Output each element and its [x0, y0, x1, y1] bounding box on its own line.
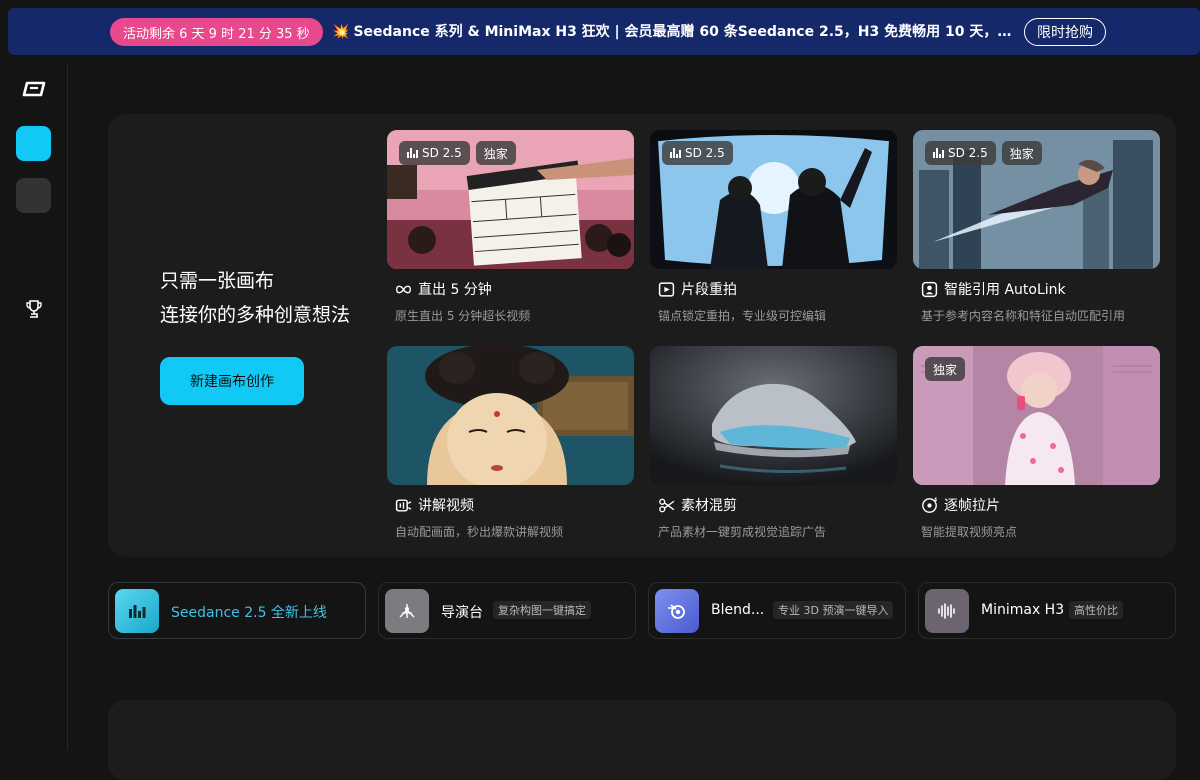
card-thumbnail[interactable] — [387, 346, 634, 485]
tang-portrait-thumbnail-image — [387, 346, 634, 485]
card-tags: 独家 — [925, 357, 966, 381]
autolink-icon — [921, 281, 938, 297]
card-desc: 智能提取视频亮点 — [921, 525, 1018, 539]
exclusive-tag: 独家 — [475, 141, 516, 165]
bars-icon — [407, 148, 418, 158]
hero-panel: 只需一张画布 连接你的多种创意想法 新建画布创作 SD 2.5 独家 直出 5 … — [108, 114, 1176, 557]
card-title: 智能引用 AutoLink — [913, 279, 1160, 299]
hero-title-line-2: 连接你的多种创意想法 — [160, 304, 351, 326]
feature-card-narration[interactable]: 讲解视频 自动配画面，秒出爆款讲解视频 — [387, 346, 634, 540]
explosion-emoji-icon: 💥 — [332, 24, 350, 40]
sidebar-item-active[interactable] — [16, 126, 51, 161]
seedance-bars-icon — [115, 589, 159, 633]
feature-name: Minimax H3 — [981, 602, 1065, 618]
promo-text[interactable]: 💥 Seedance 系列 & MiniMax H3 狂欢 | 会员最高赠 60 … — [332, 21, 1022, 41]
feature-name: 导演台 — [441, 605, 483, 621]
feature-card-clip-reshoot[interactable]: SD 2.5 片段重拍 锚点锁定重拍，专业级可控编辑 — [650, 130, 897, 324]
director-stand-icon — [385, 589, 429, 633]
feature-badge: 高性价比 — [1069, 601, 1123, 619]
card-desc: 自动配画面，秒出爆款讲解视频 — [395, 525, 564, 539]
new-canvas-button[interactable]: 新建画布创作 — [160, 357, 304, 405]
bottom-panel — [108, 700, 1176, 780]
feature-badge: 专业 3D 预演一键导入 — [773, 601, 894, 619]
card-title-text: 逐帧拉片 — [944, 498, 1000, 514]
card-title: 逐帧拉片 — [913, 495, 1160, 515]
card-thumbnail[interactable]: SD 2.5 — [650, 130, 897, 269]
infinity-icon — [396, 285, 411, 293]
feature-card-autolink[interactable]: SD 2.5 独家 智能引用 AutoLink 基于参考内容名称和特征自动匹配引… — [913, 130, 1160, 324]
limited-offer-button[interactable]: 限时抢购 — [1024, 18, 1106, 46]
tag-label: SD 2.5 — [422, 146, 462, 160]
trophy-icon[interactable] — [24, 299, 44, 319]
sidebar-item-secondary[interactable] — [16, 178, 51, 213]
exclusive-tag: 独家 — [1001, 141, 1042, 165]
sneaker-thumbnail-image — [650, 346, 897, 485]
sidebar — [0, 63, 68, 750]
blender-icon — [655, 589, 699, 633]
play-frame-icon — [658, 281, 675, 297]
countdown-badge: 活动剩余 6 天 9 时 21 分 35 秒 — [110, 18, 323, 46]
feature-blender[interactable]: Blend... 专业 3D 预演一键导入 — [648, 582, 906, 639]
app-logo-icon[interactable] — [22, 81, 46, 97]
card-title: 直出 5 分钟 — [387, 279, 634, 299]
promo-banner[interactable]: 活动剩余 6 天 9 时 21 分 35 秒 💥 Seedance 系列 & Mi… — [8, 8, 1200, 55]
card-title: 片段重拍 — [650, 279, 897, 299]
frame-extract-icon — [922, 496, 937, 513]
narration-icon — [395, 498, 412, 512]
card-title-text: 智能引用 AutoLink — [944, 282, 1066, 298]
feature-badge: 复杂构图一键搞定 — [493, 601, 591, 619]
card-title-text: 讲解视频 — [418, 498, 474, 514]
card-thumbnail[interactable] — [650, 346, 897, 485]
exclusive-tag: 独家 — [925, 357, 966, 381]
card-desc: 锚点锁定重拍，专业级可控编辑 — [658, 309, 827, 323]
card-thumbnail[interactable]: 独家 — [913, 346, 1160, 485]
hero-title: 只需一张画布 连接你的多种创意想法 — [160, 264, 350, 332]
card-desc: 基于参考内容名称和特征自动匹配引用 — [921, 309, 1126, 323]
card-thumbnail[interactable]: SD 2.5 独家 — [387, 130, 634, 269]
card-title: 讲解视频 — [387, 495, 634, 515]
promo-text-content: Seedance 系列 & MiniMax H3 狂欢 | 会员最高赠 60 条… — [353, 24, 1022, 40]
feature-card-frame-extract[interactable]: 独家 逐帧拉片 智能提取视频亮点 — [913, 346, 1160, 540]
card-thumbnail[interactable]: SD 2.5 独家 — [913, 130, 1160, 269]
feature-director[interactable]: 导演台 复杂构图一键搞定 — [378, 582, 636, 639]
card-desc: 产品素材一键剪成视觉追踪广告 — [658, 525, 827, 539]
card-tags: SD 2.5 独家 — [925, 141, 1042, 165]
sd-version-tag: SD 2.5 — [662, 141, 733, 165]
tag-label: SD 2.5 — [685, 146, 725, 160]
scissors-icon — [659, 498, 675, 512]
audio-wave-icon — [925, 589, 969, 633]
feature-minimax[interactable]: Minimax H3 高性价比 — [918, 582, 1176, 639]
card-desc: 原生直出 5 分钟超长视频 — [395, 309, 531, 323]
tag-label: SD 2.5 — [948, 146, 988, 160]
hero-title-line-1: 只需一张画布 — [160, 270, 275, 292]
sd-version-tag: SD 2.5 — [399, 141, 470, 165]
card-tags: SD 2.5 — [662, 141, 733, 165]
feature-seedance[interactable]: Seedance 2.5 全新上线 — [108, 582, 366, 639]
sd-version-tag: SD 2.5 — [925, 141, 996, 165]
card-title: 素材混剪 — [650, 495, 897, 515]
card-title-text: 直出 5 分钟 — [418, 282, 492, 298]
card-tags: SD 2.5 独家 — [399, 141, 516, 165]
card-title-text: 素材混剪 — [681, 498, 737, 514]
bars-icon — [670, 148, 681, 158]
feature-name: Blend... — [711, 602, 765, 618]
feature-card-remix[interactable]: 素材混剪 产品素材一键剪成视觉追踪广告 — [650, 346, 897, 540]
feature-card-long-video[interactable]: SD 2.5 独家 直出 5 分钟 原生直出 5 分钟超长视频 — [387, 130, 634, 324]
card-title-text: 片段重拍 — [681, 282, 737, 298]
feature-name: Seedance 2.5 全新上线 — [171, 605, 327, 621]
bars-icon — [933, 148, 944, 158]
